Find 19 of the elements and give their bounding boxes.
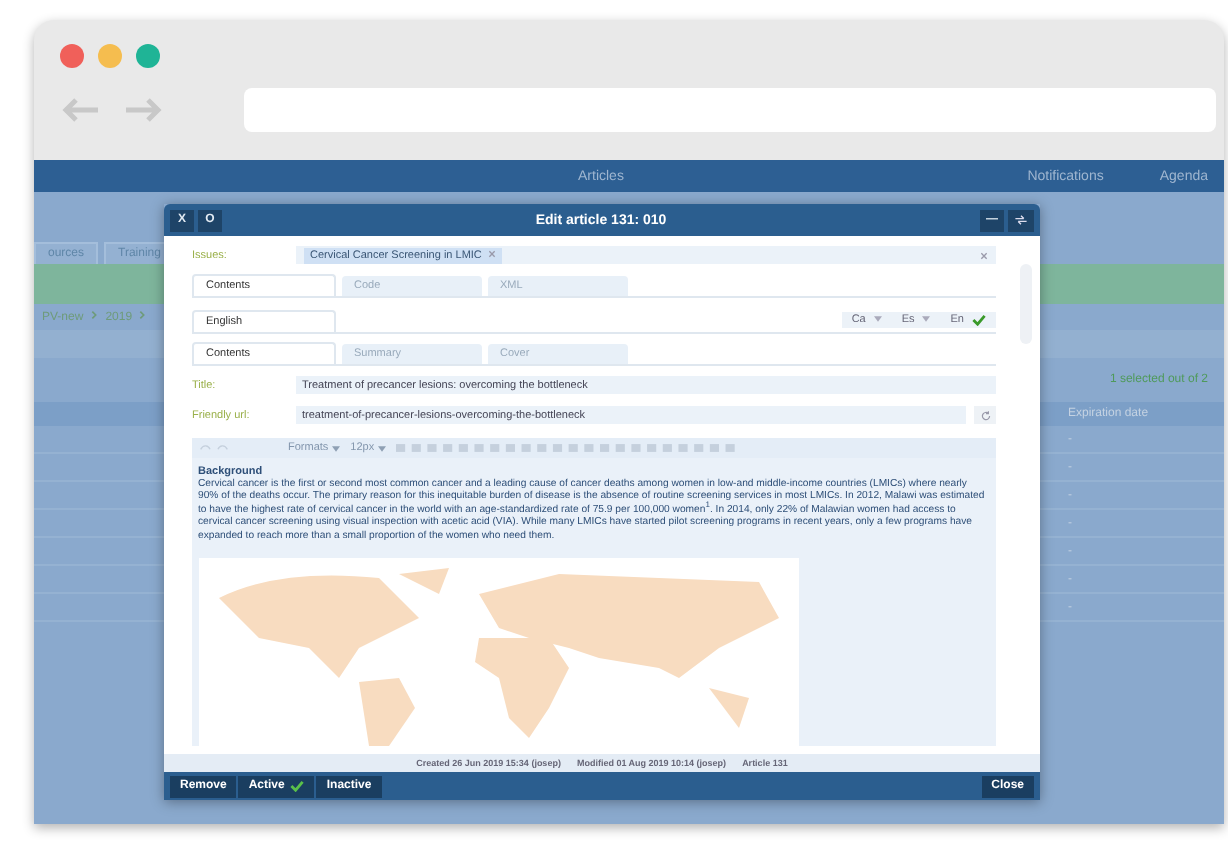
remove-icon[interactable] bbox=[488, 249, 497, 257]
forward-arrow-icon[interactable] bbox=[124, 96, 164, 124]
caret-icon bbox=[378, 445, 387, 451]
minimize-dot-icon[interactable] bbox=[98, 44, 122, 68]
caret-icon bbox=[332, 445, 341, 451]
clear-icon[interactable] bbox=[980, 251, 988, 259]
close-dot-icon[interactable] bbox=[60, 44, 84, 68]
restore-icon bbox=[1014, 214, 1028, 226]
back-arrow-icon[interactable] bbox=[60, 96, 100, 124]
chevron-icon bbox=[89, 310, 98, 320]
restore-button[interactable] bbox=[1008, 209, 1034, 231]
caret-icon bbox=[873, 316, 882, 322]
caret-icon bbox=[922, 316, 931, 322]
formatting-toolbar-icon[interactable] bbox=[396, 442, 737, 454]
refresh-icon bbox=[979, 409, 991, 421]
chevron-icon bbox=[138, 310, 147, 320]
rich-text-editor[interactable] bbox=[192, 438, 996, 747]
maximize-dot-icon[interactable] bbox=[136, 44, 160, 68]
refresh-button[interactable] bbox=[974, 406, 996, 424]
